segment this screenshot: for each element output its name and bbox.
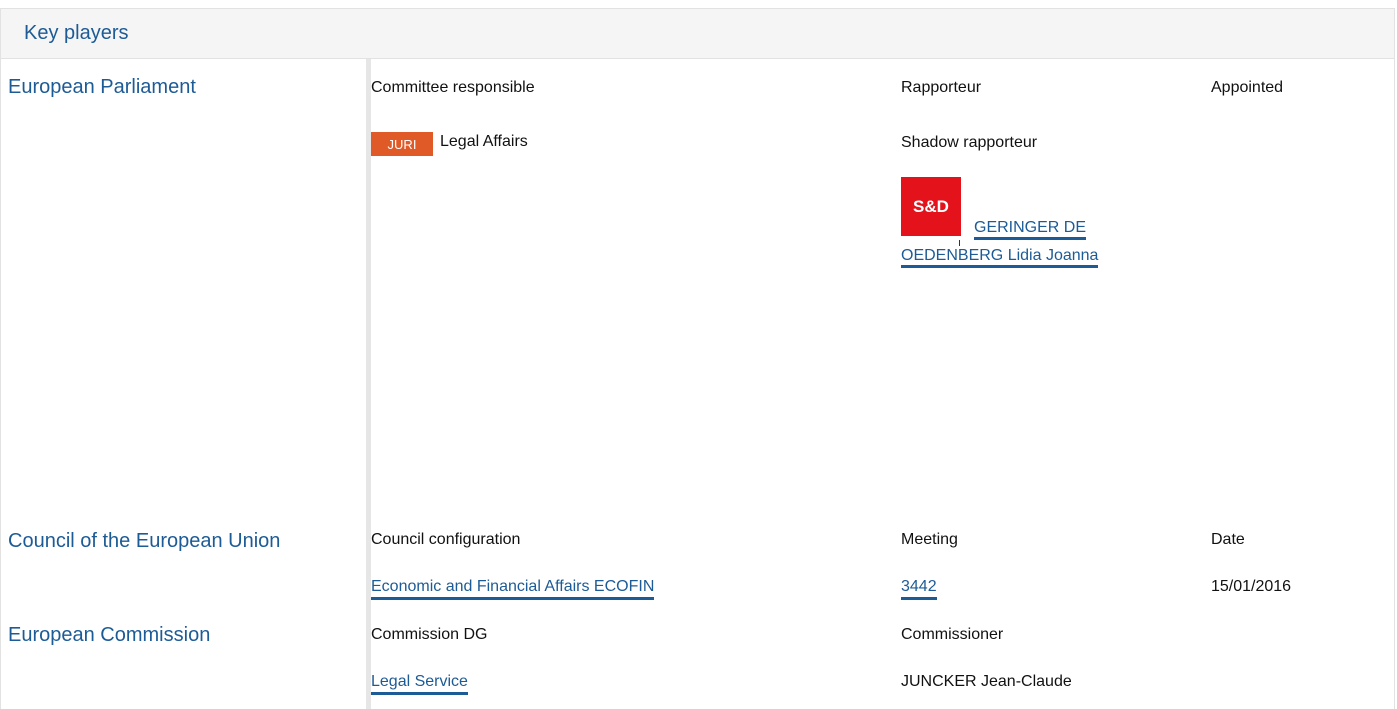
council-configuration-link[interactable]: Economic and Financial Affairs ECOFIN: [371, 578, 655, 600]
column-divider: [366, 59, 371, 709]
committee-name: Legal Affairs: [440, 133, 528, 150]
commission-dg-link[interactable]: Legal Service: [371, 673, 468, 695]
meeting-link[interactable]: 3442: [901, 578, 937, 600]
appointed-label: Appointed: [1211, 79, 1284, 96]
rapporteur-label: Rapporteur: [901, 79, 982, 96]
logo-separator: [959, 240, 960, 246]
sd-group-logo: S&D: [901, 177, 961, 236]
committee-badge-juri: JURI: [371, 132, 433, 156]
page-title: Key players: [24, 22, 129, 44]
date-label: Date: [1211, 531, 1245, 548]
shadow-rapporteur-link[interactable]: GERINGER DE: [974, 219, 1087, 240]
key-players-panel: [0, 8, 1395, 709]
meeting-label: Meeting: [901, 531, 958, 548]
council-configuration-label: Council configuration: [371, 531, 521, 548]
shadow-rapporteur-label: Shadow rapporteur: [901, 134, 1038, 151]
section-title-european-parliament: European Parliament: [8, 76, 196, 98]
shadow-rapporteur-link-line2[interactable]: OEDENBERG Lidia Joanna: [901, 247, 1099, 268]
section-title-council: Council of the European Union: [8, 530, 281, 552]
committee-responsible-label: Committee responsible: [371, 79, 535, 96]
shadow-rapporteur-name-line1[interactable]: GERINGER DE: [974, 219, 1087, 240]
key-players-header: Key players: [0, 8, 1395, 59]
meeting-date: 15/01/2016: [1211, 578, 1292, 595]
section-title-european-commission: European Commission: [8, 624, 211, 646]
shadow-rapporteur-name-line2[interactable]: OEDENBERG Lidia Joanna: [901, 247, 1099, 268]
commissioner-name: JUNCKER Jean-Claude: [901, 673, 1072, 690]
commissioner-label: Commissioner: [901, 626, 1004, 643]
commission-dg-label: Commission DG: [371, 626, 488, 643]
